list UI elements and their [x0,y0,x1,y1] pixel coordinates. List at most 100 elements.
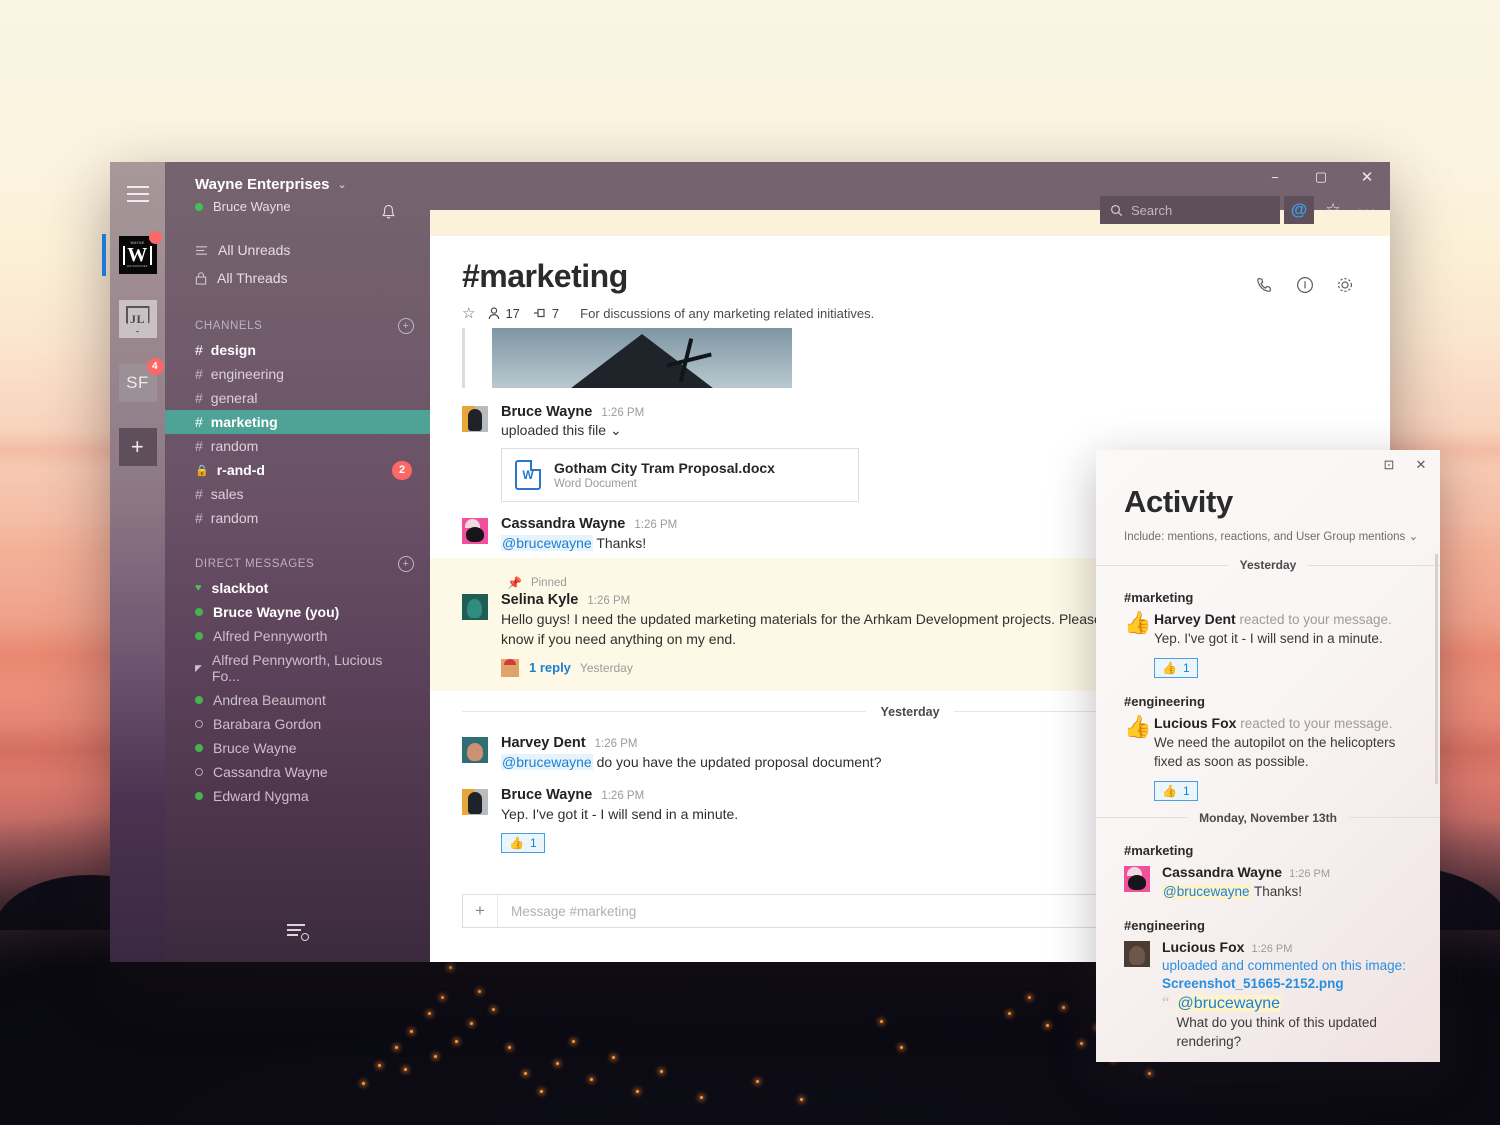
more-options-button[interactable]: ··· [1352,196,1382,224]
activity-author[interactable]: Lucious Fox [1162,939,1244,955]
minimize-button[interactable]: − [1252,162,1298,192]
activity-item[interactable]: 👍 Lucious Fox reacted to your message. We … [1096,711,1440,803]
avatar[interactable] [1124,940,1150,967]
image-thumbnail[interactable] [492,328,792,388]
sidebar-item-channel-r-and-d[interactable]: 🔒 r-and-d 2 [165,458,430,482]
message-author[interactable]: Bruce Wayne [501,787,592,803]
hamburger-icon[interactable] [126,186,149,202]
dm-name: Alfred Pennyworth [213,628,328,644]
sidebar-item-channel-general[interactable]: # general [165,386,430,410]
star-icon[interactable]: ☆ [462,304,475,322]
reaction-chip[interactable]: 👍 1 [501,833,545,854]
sidebar-item-channel-engineering[interactable]: # engineering [165,362,430,386]
sidebar-item-channel-sales[interactable]: # sales [165,482,430,506]
avatar[interactable] [462,593,488,620]
info-icon[interactable] [1296,276,1314,299]
bell-icon[interactable] [381,204,396,226]
chevron-down-icon[interactable]: ⌄ [1408,531,1418,543]
members-count[interactable]: 17 [488,306,520,321]
activity-channel-label[interactable]: #marketing [1096,576,1440,607]
activity-feed[interactable]: Yesterday #marketing 👍 Harvey Dent reacted … [1096,550,1440,1062]
hash-icon: # [195,510,203,526]
sidebar-item-dm[interactable]: Bruce Wayne [165,736,430,760]
channel-topic[interactable]: For discussions of any marketing related… [580,306,874,321]
workspace-wayne-enterprises[interactable]: WAYNE W ENTERPRISES [101,231,162,276]
workspace-justice-league[interactable]: JL [118,300,157,338]
mention-link[interactable]: @brucewayne [1176,995,1282,1012]
avatar[interactable] [462,788,488,815]
call-icon[interactable] [1256,276,1274,299]
sidebar-item-dm[interactable]: ◤ Alfred Pennyworth, Lucious Fo... [165,648,430,688]
message-image-attachment[interactable] [430,324,1390,394]
unreads-icon [196,245,207,255]
avatar[interactable] [1124,865,1150,892]
activity-scrollbar[interactable] [1435,554,1438,784]
sidebar-item-channel-marketing[interactable]: # marketing [165,410,430,434]
pins-count[interactable]: 7 [533,306,559,321]
chevron-down-icon[interactable]: ⌄ [610,422,622,438]
avatar[interactable] [462,518,488,544]
starred-button[interactable]: ☆ [1318,196,1348,224]
team-name-row[interactable]: Wayne Enterprises ⌄ [195,176,414,193]
message-author[interactable]: Harvey Dent [501,735,586,751]
search-input[interactable]: Search [1100,196,1280,224]
avatar[interactable] [462,406,488,432]
sidebar-item-dm[interactable]: Alfred Pennyworth [165,624,430,648]
sidebar-item-all-unreads[interactable]: All Unreads [165,236,430,264]
activity-item[interactable]: 👍 Harvey Dent reacted to your message. Yep… [1096,607,1440,680]
message-author[interactable]: Cassandra Wayne [501,516,625,532]
channel-header: #marketing ☆ 17 7 For discussions of any… [430,236,1390,322]
activity-author[interactable]: Harvey Dent [1154,611,1236,627]
add-workspace-button[interactable]: + [118,428,157,466]
activity-close-button[interactable]: ✕ [1406,454,1436,476]
add-channel-button[interactable]: + [398,318,414,334]
presence-away-icon [195,720,203,728]
sidebar-item-dm[interactable]: Edward Nygma [165,784,430,808]
mention-link[interactable]: @brucewayne [501,535,593,551]
channel-name: random [210,438,259,454]
reaction-chip[interactable]: 👍 1 [1154,780,1198,801]
activity-upload-link[interactable]: uploaded and commented on this image: [1162,957,1418,975]
message-author[interactable]: Selina Kyle [501,592,578,608]
activity-file-link[interactable]: Screenshot_51665-2152.png [1162,975,1418,993]
sidebar-item-channel-random[interactable]: # random [165,506,430,530]
file-attachment-card[interactable]: W Gotham City Tram Proposal.docx Word Do… [501,448,859,502]
mentions-button[interactable]: @ [1284,196,1314,224]
gear-icon[interactable] [1336,276,1354,299]
mention-link[interactable]: @brucewayne [1162,883,1251,899]
dm-name: Edward Nygma [213,788,309,804]
reaction-chip[interactable]: 👍 1 [1154,657,1198,678]
file-name[interactable]: Gotham City Tram Proposal.docx [554,460,775,476]
avatar[interactable] [462,736,488,763]
activity-channel-label[interactable]: #marketing [1096,829,1440,860]
sidebar-item-dm[interactable]: ♥ slackbot [165,576,430,600]
activity-channel-label[interactable]: #engineering [1096,904,1440,935]
activity-filter[interactable]: Include: mentions, reactions, and User G… [1096,520,1440,543]
close-button[interactable]: ✕ [1344,162,1390,192]
activity-item[interactable]: Lucious Fox 1:26 PM uploaded and commented… [1096,935,1440,1054]
filter-search-icon[interactable] [286,924,309,941]
sidebar-item-all-threads[interactable]: All Threads [165,264,430,292]
sidebar-item-dm[interactable]: Cassandra Wayne [165,760,430,784]
attach-button[interactable]: + [463,895,498,927]
maximize-button[interactable]: ▢ [1298,162,1344,192]
message-author[interactable]: Bruce Wayne [501,404,592,420]
sidebar-item-dm[interactable]: Bruce Wayne (you) [165,600,430,624]
sidebar-item-channel-design[interactable]: # design [165,338,430,362]
mention-link[interactable]: @brucewayne [501,753,593,770]
thread-reply-link[interactable]: 1 reply [529,660,571,675]
activity-channel-label[interactable]: #engineering [1096,680,1440,711]
sidebar-item-channel-random[interactable]: # random [165,434,430,458]
popout-button[interactable]: ⊡ [1374,454,1404,476]
activity-item[interactable]: Cassandra Wayne 1:26 PM @brucewayne Thanks… [1096,860,1440,904]
sidebar-item-dm[interactable]: Barabara Gordon [165,712,430,736]
activity-author[interactable]: Lucious Fox [1154,715,1236,731]
workspace-sf[interactable]: SF 4 [118,358,164,402]
composer-placeholder[interactable]: Message #marketing [498,904,636,919]
upload-label: uploaded this file [501,422,607,438]
message-time: 1:26 PM [634,519,678,531]
add-dm-button[interactable]: + [398,556,414,572]
sidebar-item-dm[interactable]: Andrea Beaumont [165,688,430,712]
presence-online-icon [195,632,203,640]
activity-author[interactable]: Cassandra Wayne [1162,864,1282,880]
